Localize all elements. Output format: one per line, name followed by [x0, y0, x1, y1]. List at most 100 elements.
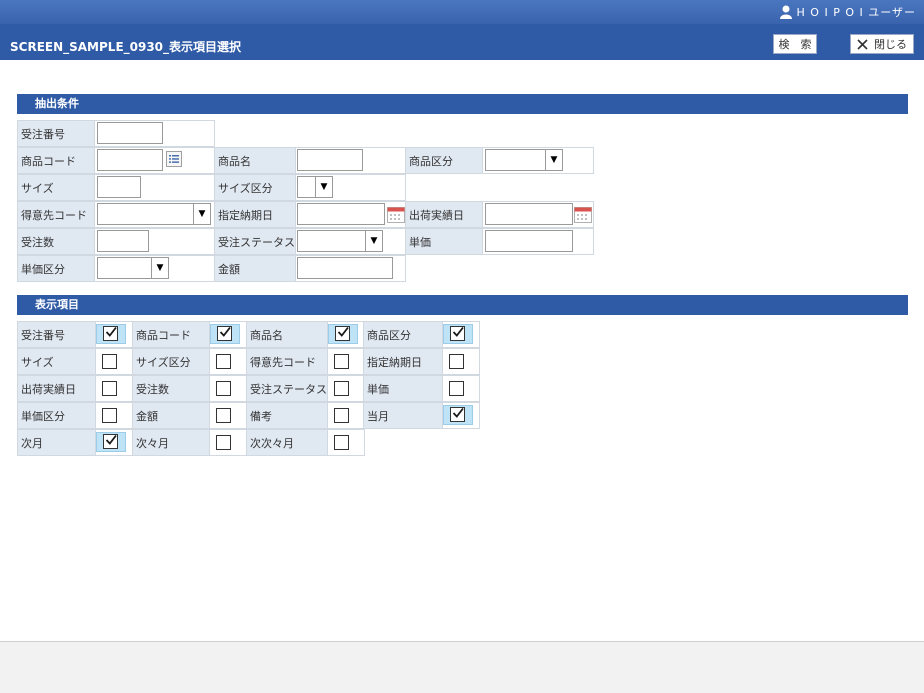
- display-item-label: 商品名: [246, 321, 328, 348]
- checkmark-icon: [105, 434, 117, 445]
- label-ship-date: 出荷実績日: [405, 201, 483, 228]
- display-item-checkbox[interactable]: [328, 324, 358, 344]
- close-button[interactable]: 閉じる: [850, 34, 914, 54]
- product-code-input[interactable]: [97, 149, 163, 171]
- product-name-input[interactable]: [297, 149, 363, 171]
- conditions-section-header: 抽出条件: [17, 94, 908, 114]
- display-item-checkbox[interactable]: [102, 408, 117, 423]
- size-input[interactable]: [97, 176, 141, 198]
- checkbox-box: [450, 407, 465, 422]
- label-due-date: 指定納期日: [214, 201, 296, 228]
- display-item-checkbox[interactable]: [96, 324, 126, 344]
- order-status-select[interactable]: ▼: [297, 230, 383, 252]
- chevron-down-icon: ▼: [193, 204, 210, 224]
- display-item-label: 単価: [363, 375, 443, 402]
- display-item-label: 受注番号: [17, 321, 96, 348]
- calendar-icon[interactable]: [386, 204, 406, 224]
- display-item-label: 当月: [363, 402, 443, 429]
- display-item-checkbox[interactable]: [102, 381, 117, 396]
- label-order-status: 受注ステータス: [214, 228, 296, 255]
- display-item-checkbox[interactable]: [96, 432, 126, 452]
- checkbox-box: [217, 326, 232, 341]
- display-item-checkbox[interactable]: [334, 354, 349, 369]
- display-item-checkbox[interactable]: [216, 408, 231, 423]
- label-order-qty: 受注数: [17, 228, 95, 255]
- price-category-select[interactable]: ▼: [97, 257, 169, 279]
- checkbox-box: [103, 326, 118, 341]
- label-size-category: サイズ区分: [214, 174, 296, 201]
- checkmark-icon: [105, 326, 117, 337]
- label-size: サイズ: [17, 174, 95, 201]
- checkmark-icon: [337, 326, 349, 337]
- display-item-checkbox[interactable]: [102, 354, 117, 369]
- display-item-checkbox[interactable]: [334, 408, 349, 423]
- display-item-label: 次次々月: [246, 429, 328, 456]
- display-item-label: 受注数: [132, 375, 210, 402]
- top-bar: H O I P O I ユーザー: [0, 0, 924, 24]
- due-date-input[interactable]: [297, 203, 385, 225]
- display-item-checkbox[interactable]: [210, 324, 240, 344]
- product-category-select[interactable]: ▼: [485, 149, 563, 171]
- label-unit-price: 単価: [405, 228, 483, 255]
- label-product-category: 商品区分: [405, 147, 483, 174]
- checkbox-box: [335, 326, 350, 341]
- display-item-label: 商品区分: [363, 321, 443, 348]
- label-amount: 金額: [214, 255, 296, 282]
- checkmark-icon: [452, 407, 464, 418]
- size-category-select[interactable]: ▼: [297, 176, 333, 198]
- display-item-label: 備考: [246, 402, 328, 429]
- display-item-checkbox[interactable]: [443, 405, 473, 425]
- calendar-icon[interactable]: [573, 204, 593, 224]
- search-button[interactable]: 検 索: [773, 34, 817, 54]
- checkmark-icon: [452, 326, 464, 337]
- order-qty-input[interactable]: [97, 230, 149, 252]
- checkmark-icon: [219, 326, 231, 337]
- customer-code-select[interactable]: ▼: [97, 203, 211, 225]
- label-price-category: 単価区分: [17, 255, 95, 282]
- chevron-down-icon: ▼: [315, 177, 332, 197]
- label-product-name: 商品名: [214, 147, 296, 174]
- chevron-down-icon: ▼: [545, 150, 562, 170]
- display-items-section-header: 表示項目: [17, 295, 908, 315]
- display-item-label: 受注ステータス: [246, 375, 328, 402]
- display-item-label: 出荷実績日: [17, 375, 96, 402]
- checkbox-box: [103, 434, 118, 449]
- chevron-down-icon: ▼: [365, 231, 382, 251]
- display-item-label: 金額: [132, 402, 210, 429]
- display-item-label: 次月: [17, 429, 96, 456]
- display-item-label: 指定納期日: [363, 348, 443, 375]
- display-item-label: 次々月: [132, 429, 210, 456]
- order-no-input[interactable]: [97, 122, 163, 144]
- label-order-no: 受注番号: [17, 120, 95, 147]
- display-item-checkbox[interactable]: [334, 381, 349, 396]
- page-title: SCREEN_SAMPLE_0930_表示項目選択: [10, 40, 242, 54]
- display-item-checkbox[interactable]: [216, 435, 231, 450]
- display-item-label: 商品コード: [132, 321, 210, 348]
- display-item-checkbox[interactable]: [449, 354, 464, 369]
- label-customer-code: 得意先コード: [17, 201, 95, 228]
- display-item-checkbox[interactable]: [449, 381, 464, 396]
- display-item-checkbox[interactable]: [334, 435, 349, 450]
- amount-input[interactable]: [297, 257, 393, 279]
- user-menu[interactable]: H O I P O I ユーザー: [779, 4, 916, 20]
- list-icon[interactable]: [164, 149, 184, 169]
- display-item-checkbox[interactable]: [216, 354, 231, 369]
- unit-price-input[interactable]: [485, 230, 573, 252]
- label-product-code: 商品コード: [17, 147, 95, 174]
- display-item-checkbox[interactable]: [216, 381, 231, 396]
- display-item-label: 得意先コード: [246, 348, 328, 375]
- footer-bar: [0, 641, 924, 693]
- title-bar: SCREEN_SAMPLE_0930_表示項目選択 検 索 閉じる: [0, 24, 924, 60]
- display-item-label: サイズ区分: [132, 348, 210, 375]
- chevron-down-icon: ▼: [151, 258, 168, 278]
- close-button-label: 閉じる: [874, 38, 907, 51]
- display-item-checkbox[interactable]: [443, 324, 473, 344]
- display-item-label: 単価区分: [17, 402, 96, 429]
- close-icon: [857, 38, 868, 50]
- user-icon: [779, 5, 792, 19]
- search-button-label: 検 索: [778, 38, 812, 51]
- display-item-label: サイズ: [17, 348, 96, 375]
- checkbox-box: [450, 326, 465, 341]
- ship-date-input[interactable]: [485, 203, 573, 225]
- user-name: H O I P O I ユーザー: [796, 6, 916, 19]
